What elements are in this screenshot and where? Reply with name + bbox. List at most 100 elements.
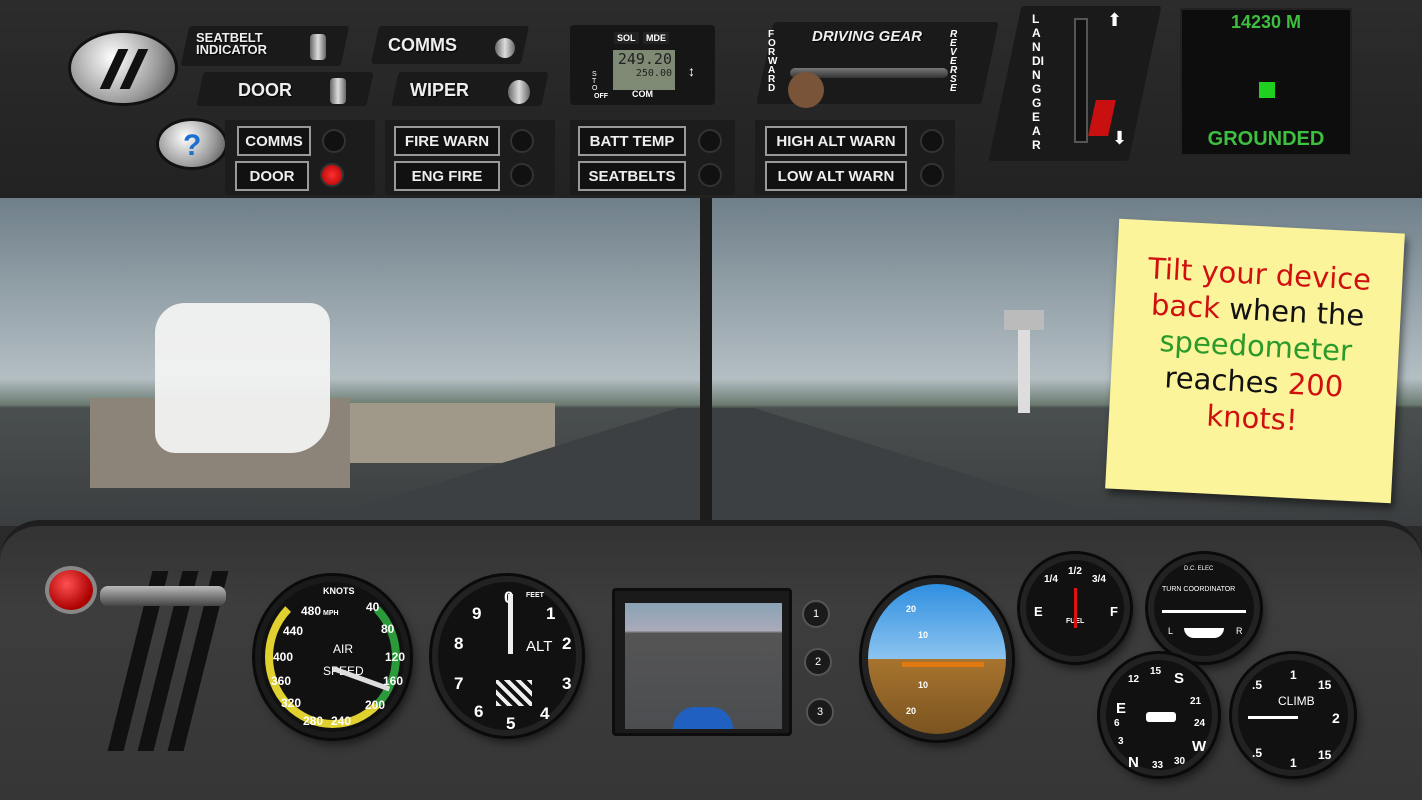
air-label: AIR xyxy=(333,642,354,656)
warning-high-alt-lamp xyxy=(920,129,944,153)
windshield-divider xyxy=(700,198,712,528)
heading-mark: 6 xyxy=(1114,718,1120,729)
driving-gear-handle[interactable] xyxy=(788,72,824,108)
digit: 5 xyxy=(506,714,516,733)
heading-mark: 24 xyxy=(1194,718,1206,729)
altimeter: 0 1 2 3 4 5 6 7 8 9 FEET ALT xyxy=(432,576,582,736)
altimeter-hatch xyxy=(496,680,532,706)
comms-switch-label: COMMS xyxy=(388,35,457,55)
heading-mark: E xyxy=(1116,700,1127,717)
radio-com-label: COM xyxy=(632,89,653,99)
pause-button[interactable] xyxy=(68,30,178,106)
vsi-mark: 15 xyxy=(1318,678,1332,692)
warning-eng-fire[interactable]: ENG FIRE xyxy=(394,161,500,191)
aircraft-symbol xyxy=(902,662,984,667)
tick-label: 40 xyxy=(366,600,380,614)
comms-knob[interactable] xyxy=(495,38,515,58)
fuel-gauge: E 1/4 1/2 3/4 F FUEL xyxy=(1020,554,1130,662)
vsi-mark: 15 xyxy=(1318,748,1332,762)
radio-off-label: OFF xyxy=(594,93,608,100)
control-tower xyxy=(1018,318,1030,413)
heading-mark: 15 xyxy=(1150,666,1162,677)
warning-high-alt[interactable]: HIGH ALT WARN xyxy=(765,126,907,156)
instrument-panel: KNOTS MPH 40 80 120 160 200 240 280 320 … xyxy=(0,520,1422,800)
left-label: L xyxy=(1168,626,1174,636)
warning-low-alt-lamp xyxy=(920,163,944,187)
heading-mark: N xyxy=(1128,754,1139,771)
heading-mark: 3 xyxy=(1118,736,1124,747)
standby-frequency: 250.00 xyxy=(635,68,672,79)
feet-label: FEET xyxy=(526,592,544,599)
fuel-mark: E xyxy=(1034,604,1043,619)
vertical-speed-indicator: 1 .5 15 2 15 .5 1 CLIMB xyxy=(1232,654,1354,776)
fuel-mark: 1/4 xyxy=(1044,574,1058,585)
right-label: R xyxy=(1236,626,1243,636)
vsi-mark: .5 xyxy=(1252,678,1263,692)
altitude-readout: 14230 M xyxy=(1230,12,1302,32)
warning-fire-warn[interactable]: FIRE WARN xyxy=(394,126,500,156)
warning-eng-fire-lamp xyxy=(510,163,534,187)
digit: 6 xyxy=(474,702,484,721)
airplane-icon xyxy=(1146,712,1176,722)
pause-icon xyxy=(99,49,149,89)
dc-elec-label: D.C. ELEC xyxy=(1184,566,1214,572)
mde-button[interactable]: MDE xyxy=(643,32,669,44)
note-text: back xyxy=(1150,287,1221,326)
note-text: when the xyxy=(1228,291,1366,333)
vsi-mark: 1 xyxy=(1290,668,1297,682)
digit: 3 xyxy=(562,674,572,693)
turn-coordinator: D.C. ELEC TURN COORDINATOR L R xyxy=(1148,554,1260,662)
seatbelt-toggle[interactable] xyxy=(310,34,326,60)
heading-indicator: E 12 15 S 21 24 W 30 33 N 3 6 xyxy=(1100,654,1218,776)
control-tower-cab xyxy=(1004,310,1044,330)
landing-gear-lever-track xyxy=(1074,18,1088,143)
door-toggle[interactable] xyxy=(330,78,346,104)
wiper-knob[interactable] xyxy=(508,80,530,104)
digit: 9 xyxy=(472,604,482,623)
camera-feed xyxy=(625,603,782,729)
warning-low-alt[interactable]: LOW ALT WARN xyxy=(765,161,907,191)
gear-up-arrow-icon: ⬆ xyxy=(1107,10,1123,30)
left-window xyxy=(0,198,700,526)
note-text: reaches xyxy=(1163,360,1280,401)
tick-label: 120 xyxy=(385,650,406,664)
gear-down-arrow-icon: ⬇ xyxy=(1112,128,1128,148)
warning-seatbelts[interactable]: SEATBELTS xyxy=(578,161,686,191)
heading-mark: S xyxy=(1174,670,1185,687)
swap-frequency-icon[interactable]: ↕ xyxy=(688,63,695,79)
camera-2-button[interactable]: 2 xyxy=(804,648,832,676)
mph-label: MPH xyxy=(323,610,339,617)
wiper-switch-label: WIPER xyxy=(410,80,470,100)
engine-start-button[interactable] xyxy=(45,566,97,614)
status-display: 14230 M GROUNDED xyxy=(1180,8,1352,156)
tick-label: 240 xyxy=(331,714,352,728)
door-switch-label: DOOR xyxy=(238,80,292,100)
note-text: 200 xyxy=(1286,366,1345,404)
pitch-mark: 20 xyxy=(906,706,917,716)
airplane-wings-icon xyxy=(1162,610,1246,613)
warning-comms[interactable]: COMMS xyxy=(237,126,311,156)
radio-display: 249.20 250.00 xyxy=(613,50,675,90)
reverse-label: REVERSE xyxy=(950,29,958,94)
seatbelt-indicator-label: SEATBELT INDICATOR xyxy=(196,30,268,57)
turn-coordinator-title: TURN COORDINATOR xyxy=(1162,586,1236,593)
warning-batt-temp[interactable]: BATT TEMP xyxy=(578,126,686,156)
throttle-handle[interactable] xyxy=(100,586,226,606)
digit: 2 xyxy=(562,634,572,653)
help-button[interactable]: ? xyxy=(156,118,228,170)
com-radio: SOL MDE STO 249.20 250.00 ↕ OFF COM xyxy=(570,25,715,105)
heading-mark: 33 xyxy=(1152,760,1164,771)
warning-door[interactable]: DOOR xyxy=(235,161,309,191)
tutorial-sticky-note: Tilt your device back when the speedomet… xyxy=(1105,218,1405,504)
camera-monitor xyxy=(612,588,792,736)
note-text: knots! xyxy=(1205,398,1299,438)
camera-3-button[interactable]: 3 xyxy=(806,698,834,726)
sto-button[interactable]: STO xyxy=(592,71,600,92)
airspeed-indicator: KNOTS MPH 40 80 120 160 200 240 280 320 … xyxy=(255,576,410,738)
digit: 1 xyxy=(546,604,556,623)
ground-indicator-icon xyxy=(1259,82,1275,98)
camera-1-button[interactable]: 1 xyxy=(802,600,830,628)
tilt-hand-icon xyxy=(155,303,330,453)
warning-seatbelts-lamp xyxy=(698,163,722,187)
sol-button[interactable]: SOL xyxy=(614,32,639,44)
